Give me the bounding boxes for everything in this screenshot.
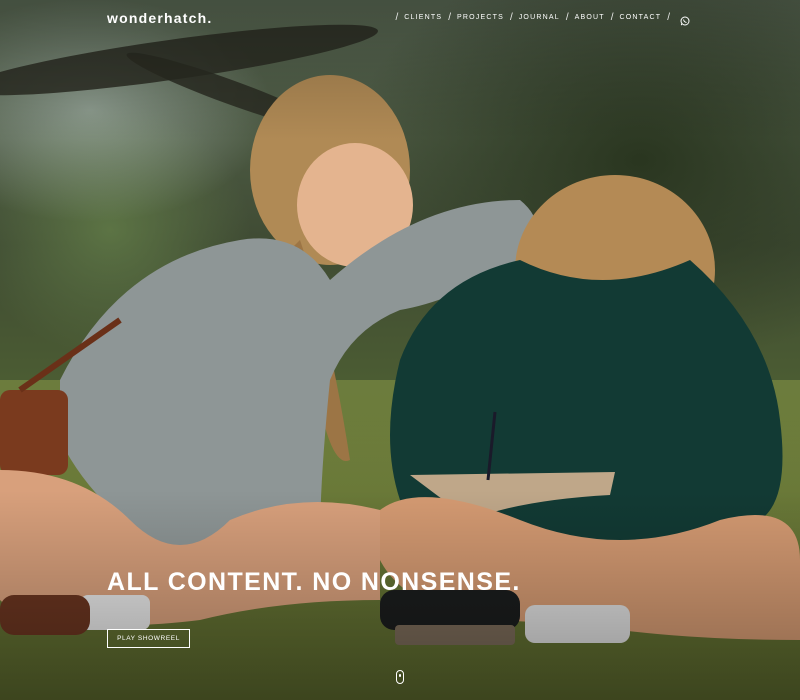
main-nav: / CLIENTS / PROJECTS / JOURNAL / ABOUT /… [389,12,690,25]
nav-separator: / [610,12,614,23]
nav-separator: / [448,12,451,23]
play-showreel-button[interactable]: PLAY SHOWREEL [107,629,190,648]
nav-item-contact[interactable]: CONTACT [620,14,662,21]
mouse-scroll-wheel [399,674,401,677]
nav-separator: / [565,12,569,23]
hero-headline: ALL CONTENT. NO NONSENSE. [107,568,521,596]
nav-item-about[interactable]: ABOUT [575,14,605,21]
site-logo[interactable]: wonderhatch. [107,10,212,26]
mouse-scroll-icon[interactable] [396,670,404,684]
nav-item-clients[interactable]: CLIENTS [404,14,442,21]
nav-separator: / [667,12,670,23]
nav-separator: / [509,12,513,23]
nav-item-projects[interactable]: PROJECTS [457,14,504,21]
whatsapp-icon[interactable] [680,13,690,25]
nav-item-journal[interactable]: JOURNAL [519,14,560,21]
nav-separator: / [395,12,399,23]
